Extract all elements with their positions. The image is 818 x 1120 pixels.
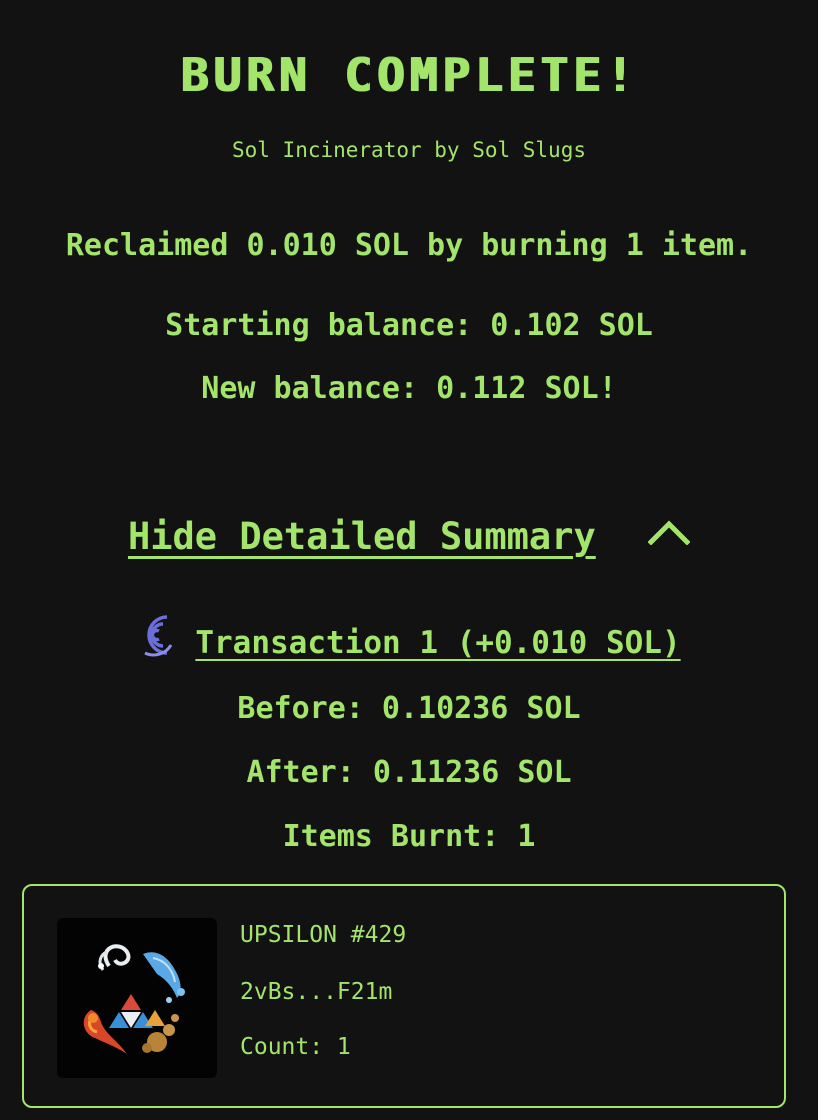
balance-after: After: 0.11236 SOL xyxy=(246,755,572,790)
transaction-row: Transaction 1 (+0.010 SOL) xyxy=(0,614,818,675)
items-burnt: Items Burnt: 1 xyxy=(282,819,536,854)
new-balance: New balance: 0.112 SOL! xyxy=(201,371,617,406)
balance-before: Before: 0.10236 SOL xyxy=(237,691,581,726)
page-title: BURN COMPLETE! xyxy=(180,48,638,102)
transaction-link[interactable]: Transaction 1 (+0.010 SOL) xyxy=(195,625,680,661)
nft-count: Count: 1 xyxy=(240,1034,351,1060)
nft-mint-address: 2vBs...F21m xyxy=(240,979,393,1005)
toggle-label: Hide Detailed Summary xyxy=(127,515,596,558)
burnt-item-card: UPSILON #429 2vBs...F21m Count: 1 xyxy=(22,884,786,1108)
reclaimed-summary: Reclaimed 0.010 SOL by burning 1 item. xyxy=(65,228,753,263)
starting-balance: Starting balance: 0.102 SOL xyxy=(165,308,653,343)
nft-thumbnail xyxy=(57,918,217,1078)
hide-detailed-summary-toggle[interactable]: Hide Detailed Summary xyxy=(0,512,818,564)
solscan-icon[interactable] xyxy=(137,611,173,672)
nft-name: UPSILON #429 xyxy=(240,922,407,948)
page-subtitle: Sol Incinerator by Sol Slugs xyxy=(231,138,586,162)
chevron-up-icon xyxy=(647,508,691,558)
